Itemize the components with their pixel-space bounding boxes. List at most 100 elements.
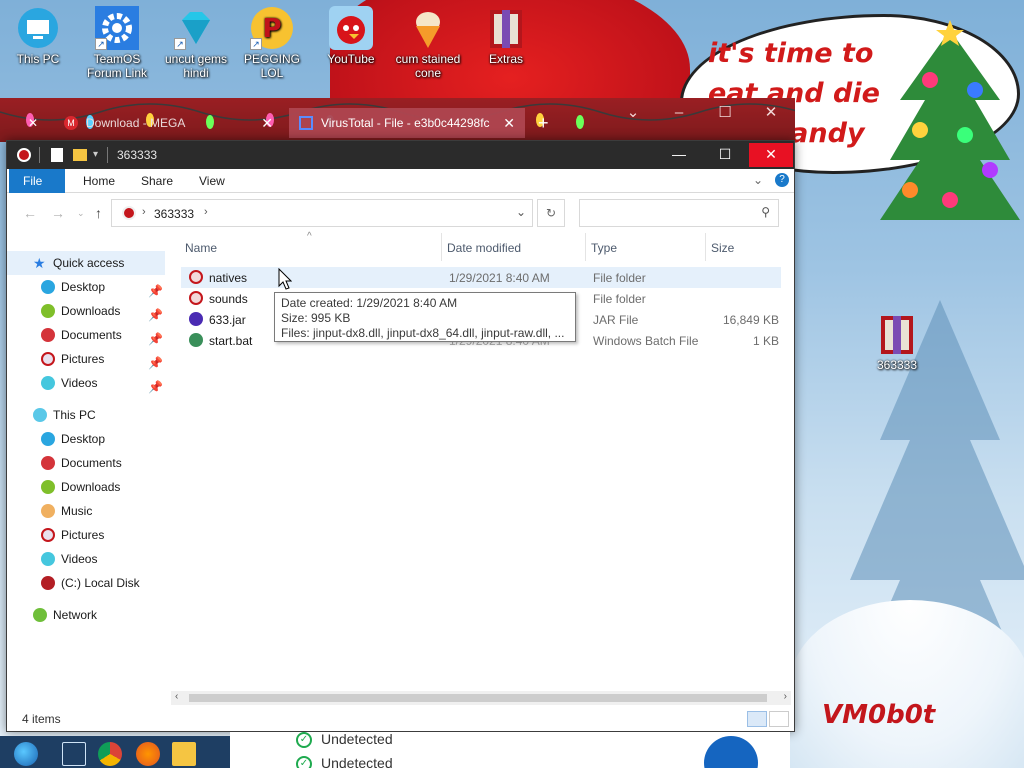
status-bar: 4 items	[7, 707, 794, 731]
column-header-name[interactable]: Name	[185, 241, 217, 257]
file-type: Windows Batch File	[593, 334, 699, 348]
browser-tab-virustotal[interactable]: VirusTotal - File - e3b0c44298fc ✕	[289, 108, 525, 138]
task-view-icon[interactable]	[62, 742, 86, 766]
column-header-size[interactable]: Size	[711, 241, 734, 257]
close-button[interactable]: ✕	[749, 143, 793, 167]
desktop-icon-this-pc[interactable]: This PC	[0, 0, 78, 66]
desktop-icon-cone[interactable]: cum stained cone	[388, 0, 468, 80]
minimize-button[interactable]: —	[657, 143, 701, 167]
desktop-icon-363333[interactable]: 363333	[857, 306, 937, 372]
chevron-right-icon[interactable]: ›	[784, 691, 787, 702]
tab-view[interactable]: View	[185, 169, 239, 193]
browser-tab-mega[interactable]: ✕ M Download - MEGA ✕	[28, 108, 283, 138]
nav-quick-downloads[interactable]: Downloads 📌	[7, 299, 165, 323]
file-name: natives	[209, 271, 248, 285]
start-button-icon[interactable]	[14, 742, 38, 766]
pictures-icon	[41, 352, 55, 366]
large-icons-view-icon[interactable]	[769, 711, 789, 727]
file-date: 1/29/2021 8:40 AM	[449, 271, 550, 285]
search-input[interactable]: ⚲	[579, 199, 779, 227]
forward-arrow-icon[interactable]: →	[51, 205, 65, 221]
desktop-icon-label: Extras	[488, 52, 523, 66]
breadcrumb[interactable]: 363333	[154, 207, 194, 221]
close-icon[interactable]: ✕	[261, 115, 273, 132]
file-name: 633.jar	[209, 313, 246, 327]
folder-icon	[122, 206, 136, 220]
file-type: File folder	[593, 292, 646, 306]
nav-quick-videos[interactable]: Videos 📌	[7, 371, 165, 395]
maximize-button[interactable]: ☐	[703, 143, 747, 167]
desktop-icon-uncut-gems[interactable]: ↗ uncut gems hindi	[156, 0, 236, 80]
search-icon: ⚲	[761, 205, 770, 219]
file-explorer-icon[interactable]	[172, 742, 196, 766]
firefox-icon[interactable]	[136, 742, 160, 766]
nav-pc-music[interactable]: Music	[7, 499, 165, 523]
chevron-down-icon[interactable]: ⌄	[77, 208, 85, 219]
nav-network[interactable]: Network	[7, 603, 165, 627]
desktop-icon-extras[interactable]: Extras	[466, 0, 546, 66]
details-view-icon[interactable]	[747, 711, 767, 727]
browser-close-button[interactable]: ✕	[748, 100, 794, 128]
nav-this-pc[interactable]: This PC	[7, 403, 165, 427]
nav-label: This PC	[53, 408, 96, 422]
column-header-date[interactable]: Date modified	[447, 241, 521, 257]
file-explorer-window: ▾ 363333 — ☐ ✕ File Home Share View ⌄ ? …	[6, 140, 795, 732]
chevron-down-icon[interactable]: ⌄	[516, 205, 526, 219]
chevron-down-icon[interactable]: ⌄	[610, 100, 656, 128]
nav-quick-pictures[interactable]: Pictures 📌	[7, 347, 165, 371]
snow-ground	[790, 600, 1024, 768]
nav-pc-downloads[interactable]: Downloads	[7, 475, 165, 499]
desktop-icon-label: PEGGING LOL	[243, 52, 300, 80]
file-row-natives[interactable]: natives 1/29/2021 8:40 AM File folder	[181, 267, 781, 288]
network-icon	[33, 608, 47, 622]
scrollbar-thumb[interactable]	[189, 694, 767, 702]
mouse-cursor-icon	[278, 268, 292, 290]
this-pc-icon	[16, 6, 60, 50]
nav-pc-pictures[interactable]: Pictures	[7, 523, 165, 547]
nav-quick-documents[interactable]: Documents 📌	[7, 323, 165, 347]
nav-pc-documents[interactable]: Documents	[7, 451, 165, 475]
new-tab-button[interactable]: +	[530, 108, 560, 138]
music-icon	[41, 504, 55, 518]
this-pc-icon	[33, 408, 47, 422]
tooltip-created: Date created: 1/29/2021 8:40 AM	[281, 296, 458, 310]
chevron-right-icon[interactable]: ›	[204, 206, 208, 218]
up-arrow-icon[interactable]: ↑	[95, 205, 102, 221]
nav-pc-local-disk[interactable]: (C:) Local Disk	[7, 571, 165, 595]
refresh-icon[interactable]: ↻	[537, 199, 565, 227]
browser-minimize-button[interactable]: –	[656, 100, 702, 128]
chevron-right-icon[interactable]: ›	[142, 206, 146, 218]
back-arrow-icon[interactable]: ←	[23, 205, 37, 221]
chevron-down-icon[interactable]: ⌄	[753, 173, 763, 187]
desktop-icon-youtube[interactable]: YouTube	[311, 0, 391, 66]
close-icon[interactable]: ✕	[503, 115, 515, 132]
nav-label: Pictures	[61, 528, 105, 542]
desktop-icon-pegging[interactable]: P ↗ PEGGING LOL	[232, 0, 312, 80]
nav-pc-desktop[interactable]: Desktop	[7, 427, 165, 451]
column-divider[interactable]	[705, 233, 706, 261]
tab-home[interactable]: Home	[69, 169, 129, 193]
explorer-titlebar: ▾ 363333 — ☐ ✕	[7, 141, 794, 169]
browser-maximize-button[interactable]: ☐	[702, 100, 748, 128]
column-divider[interactable]	[585, 233, 586, 261]
tab-file[interactable]: File	[9, 169, 65, 193]
address-bar[interactable]: › 363333 › ⌄	[111, 199, 533, 227]
nav-label: Documents	[61, 456, 122, 470]
properties-icon[interactable]	[51, 148, 63, 162]
new-folder-icon[interactable]	[73, 149, 87, 161]
close-icon[interactable]: ✕	[28, 116, 38, 130]
chrome-icon[interactable]	[98, 742, 122, 766]
desktop-icon-teamos[interactable]: ↗ TeamOS Forum Link	[77, 0, 157, 80]
pin-icon[interactable]: 📌	[148, 375, 163, 399]
nav-quick-desktop[interactable]: Desktop 📌	[7, 275, 165, 299]
tab-share[interactable]: Share	[127, 169, 187, 193]
help-icon[interactable]: ?	[775, 173, 789, 187]
column-divider[interactable]	[441, 233, 442, 261]
chevron-down-icon[interactable]: ▾	[93, 149, 98, 165]
horizontal-scrollbar[interactable]: ‹ ›	[171, 691, 791, 705]
nav-quick-access[interactable]: ★ Quick access	[7, 251, 165, 275]
desktop-icon	[41, 280, 55, 294]
column-header-type[interactable]: Type	[591, 241, 617, 257]
nav-pc-videos[interactable]: Videos	[7, 547, 165, 571]
chevron-left-icon[interactable]: ‹	[175, 691, 178, 702]
